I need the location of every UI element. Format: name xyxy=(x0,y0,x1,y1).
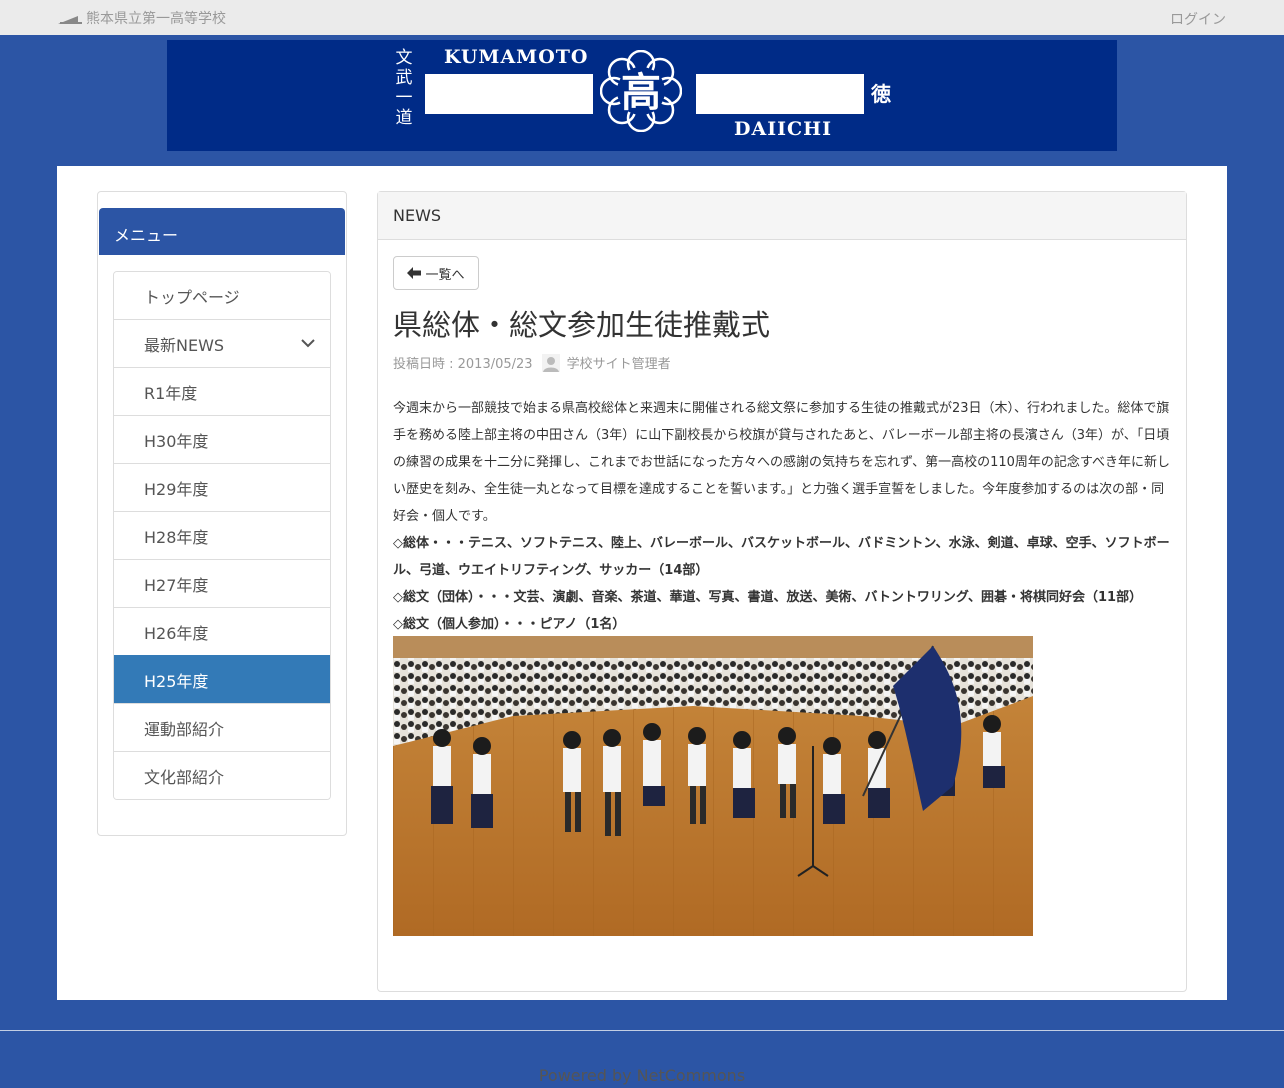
main-container: メニュー トップページ 最新NEWS R1年度 H30年度 H29年度 H28年… xyxy=(57,166,1227,1000)
sidebar-item-label: R1年度 xyxy=(144,383,198,403)
sidebar-item-label: 最新NEWS xyxy=(144,335,225,355)
sidebar-item-label: 文化部紹介 xyxy=(144,767,225,787)
sidebar-item-h29[interactable]: H29年度 xyxy=(114,463,330,511)
panel-title: NEWS xyxy=(378,192,1186,240)
sidebar-item-culture-clubs[interactable]: 文化部紹介 xyxy=(114,751,330,799)
school-banner[interactable]: 文武一道 KUMAMOTO 高 DAIICHI 徳 xyxy=(167,40,1117,151)
sidebar-panel: メニュー トップページ 最新NEWS R1年度 H30年度 H29年度 H28年… xyxy=(97,191,347,836)
sidebar-item-label: トップページ xyxy=(144,287,240,307)
author-name[interactable]: 学校サイト管理者 xyxy=(567,353,671,372)
sidebar-item-h30[interactable]: H30年度 xyxy=(114,415,330,463)
sidebar-item-label: H25年度 xyxy=(144,671,209,691)
sidebar-item-label: H29年度 xyxy=(144,479,209,499)
sidebar-item-label: H27年度 xyxy=(144,575,209,595)
top-navbar: 熊本県立第一高等学校 ログイン xyxy=(0,0,1284,35)
sidebar-menu: トップページ 最新NEWS R1年度 H30年度 H29年度 H28年度 H27… xyxy=(113,271,331,800)
sidebar-item-h27[interactable]: H27年度 xyxy=(114,559,330,607)
sidebar-item-h28[interactable]: H28年度 xyxy=(114,511,330,559)
article-paragraph: 今週末から一部競技で始まる県高校総体と来週末に開催される総文祭に参加する生徒の推… xyxy=(393,401,1170,524)
powered-by-link[interactable]: Powered by NetCommons xyxy=(0,1066,1284,1085)
user-avatar-icon xyxy=(541,353,560,372)
footer-divider xyxy=(0,1030,1284,1031)
sidebar-item-label: 運動部紹介 xyxy=(144,719,225,739)
sidebar-item-h25[interactable]: H25年度 xyxy=(114,655,330,703)
article-photo xyxy=(393,636,1033,936)
banner-kumamoto: KUMAMOTO xyxy=(444,46,589,68)
school-emblem-icon: 高 xyxy=(600,50,682,132)
article-body: 今週末から一部競技で始まる県高校総体と来週末に開催される総文祭に参加する生徒の推… xyxy=(393,395,1171,638)
site-title-link[interactable]: 熊本県立第一高等学校 xyxy=(58,8,226,28)
sidebar-item-sports-clubs[interactable]: 運動部紹介 xyxy=(114,703,330,751)
article-title: 県総体・総文参加生徒推戴式 xyxy=(393,308,771,342)
banner-motto-text: 文武一道 xyxy=(395,48,413,128)
news-panel: NEWS 一覧へ 県総体・総文参加生徒推戴式 投稿日時 : 2013/05/23… xyxy=(377,191,1187,992)
banner-daiichi: DAIICHI xyxy=(734,118,832,140)
back-to-list-button[interactable]: 一覧へ xyxy=(393,256,479,290)
culture-individual-list: ◇総文（個人参加）・・・ピアノ（1名） xyxy=(393,617,626,632)
posted-date: 投稿日時 : 2013/05/23 xyxy=(393,357,533,372)
home-icon xyxy=(58,12,82,24)
culture-group-list: ◇総文（団体）・・・文芸、演劇、音楽、茶道、華道、写真、書道、放送、美術、バトン… xyxy=(393,590,1143,605)
banner-motto-right: 徳 xyxy=(871,82,891,106)
login-link[interactable]: ログイン xyxy=(1170,9,1226,29)
chevron-down-icon[interactable] xyxy=(300,335,316,351)
sports-list: ◇総体・・・テニス、ソフトテニス、陸上、バレーボール、バスケットボール、バドミン… xyxy=(393,536,1170,578)
sidebar-item-latest-news[interactable]: 最新NEWS xyxy=(114,319,330,367)
sidebar-item-h26[interactable]: H26年度 xyxy=(114,607,330,655)
sidebar-item-label: H30年度 xyxy=(144,431,209,451)
arrow-left-icon xyxy=(407,267,422,279)
banner-motto: 文武一道 xyxy=(393,48,415,128)
sidebar-item-label: H26年度 xyxy=(144,623,209,643)
article-meta: 投稿日時 : 2013/05/23 学校サイト管理者 xyxy=(393,353,671,372)
sidebar-item-top-page[interactable]: トップページ xyxy=(114,272,330,319)
back-button-label: 一覧へ xyxy=(425,267,465,283)
banner-white-box-left xyxy=(425,74,593,114)
sidebar-item-r1[interactable]: R1年度 xyxy=(114,367,330,415)
site-title-text: 熊本県立第一高等学校 xyxy=(86,11,226,27)
sidebar-item-label: H28年度 xyxy=(144,527,209,547)
banner-white-box-right xyxy=(696,74,864,114)
menu-heading: メニュー xyxy=(99,208,345,255)
emblem-char: 高 xyxy=(621,69,661,116)
